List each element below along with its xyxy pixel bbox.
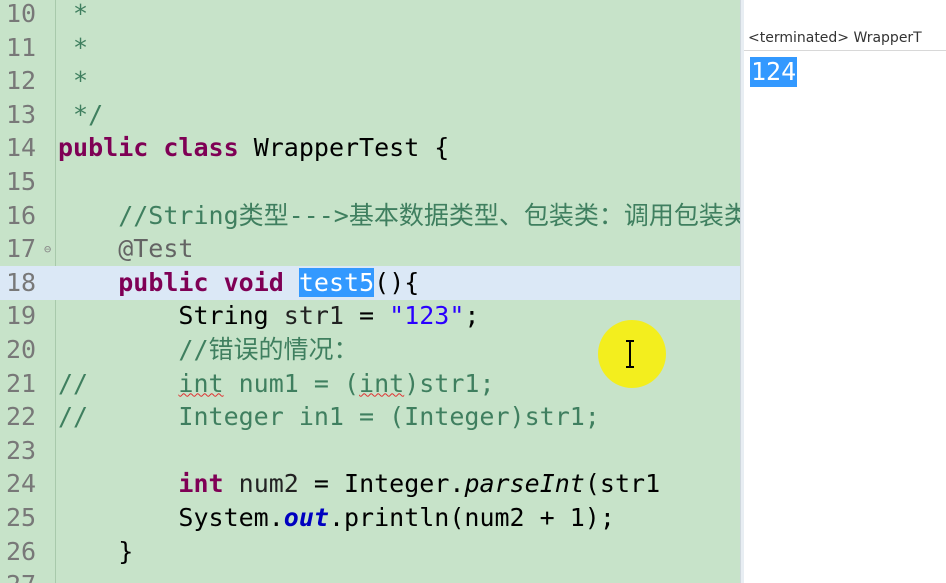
code-line[interactable]: 16 //String类型--->基本数据类型、包装类：调用包装类	[0, 199, 740, 233]
code-text: }	[58, 535, 133, 569]
code-text: //错误的情况：	[58, 333, 359, 367]
code-token: )str1;	[404, 368, 495, 398]
code-token: public	[118, 267, 209, 297]
line-number: 22	[6, 402, 37, 432]
code-line[interactable]: 11 *	[0, 31, 740, 65]
console-separator	[744, 50, 946, 51]
code-token: int	[359, 368, 405, 398]
code-text: *	[58, 31, 88, 65]
code-token: num1 = (	[223, 368, 360, 398]
code-token: str1	[283, 301, 344, 331]
line-number: 27	[6, 568, 46, 583]
code-text: public void test5(){	[58, 266, 419, 300]
line-number: 24	[6, 469, 37, 499]
code-token: System.	[58, 503, 284, 532]
code-text: */	[58, 98, 103, 132]
code-token: class	[163, 133, 239, 163]
line-number: 19	[6, 301, 37, 331]
code-token: // Integer in1 = (Integer)str1;	[58, 402, 600, 432]
code-text: int num2 = Integer.parseInt(str1	[58, 467, 660, 501]
code-token: num2	[238, 469, 299, 499]
code-text: @Test	[58, 232, 193, 266]
line-number: 23	[6, 435, 37, 465]
line-number: 12	[6, 66, 37, 96]
code-line[interactable]: 24 int num2 = Integer.parseInt(str1	[0, 467, 740, 501]
line-number: 11	[6, 32, 37, 62]
code-text: // int num1 = (int)str1;	[58, 367, 495, 401]
code-token: parseInt	[464, 469, 585, 499]
code-text: // Integer in1 = (Integer)str1;	[58, 400, 600, 434]
line-number: 14	[6, 133, 37, 163]
code-text: String str1 = "123";	[58, 299, 479, 333]
code-token: (){	[374, 267, 420, 297]
line-number: 13	[6, 99, 37, 129]
code-token: int	[178, 368, 224, 398]
code-token: */	[58, 99, 104, 129]
code-line[interactable]: 13 */	[0, 98, 740, 132]
code-text: public class WrapperTest {	[58, 131, 449, 165]
code-token: out	[283, 503, 329, 532]
code-line[interactable]: 10 *	[0, 0, 740, 31]
line-number: 15	[6, 167, 37, 196]
code-token: String	[58, 301, 284, 331]
code-token: //错误的情况：	[58, 335, 359, 364]
code-token: //	[58, 368, 179, 398]
code-token: =	[344, 301, 390, 331]
code-token: .println(num2 + 1);	[328, 503, 615, 532]
code-line[interactable]: 17 ⊖ @Test	[0, 232, 740, 266]
code-token: *	[58, 0, 89, 28]
console-view[interactable]: <terminated> WrapperT 124	[744, 0, 946, 583]
code-token: @Test	[58, 234, 194, 264]
line-number: 17	[6, 234, 37, 264]
code-line[interactable]: 23	[0, 434, 740, 468]
code-line[interactable]: 15	[0, 165, 740, 199]
line-number: 20	[6, 335, 37, 364]
code-line[interactable]: 22 // Integer in1 = (Integer)str1;	[0, 400, 740, 434]
code-token: WrapperTest {	[238, 133, 450, 163]
line-number: 18	[6, 267, 37, 297]
code-text: System.out.println(num2 + 1);	[58, 501, 615, 535]
code-line[interactable]: 26 }	[0, 535, 740, 569]
code-token: "123"	[389, 301, 465, 331]
line-number: 21	[6, 368, 37, 398]
code-token: }	[58, 536, 134, 566]
code-text: *	[58, 64, 88, 98]
code-editor[interactable]: 10 * 11 * 12 * 13 */14 public class WrapperT…	[0, 0, 740, 583]
code-token: *	[58, 32, 89, 62]
code-token: public	[58, 133, 149, 163]
code-line[interactable]: 25 System.out.println(num2 + 1);	[0, 501, 740, 535]
text-cursor-icon	[626, 340, 634, 368]
fold-toggle-icon[interactable]: ⊖	[44, 232, 51, 266]
code-text: //String类型--->基本数据类型、包装类：调用包装类	[58, 199, 740, 233]
code-line[interactable]: 27	[0, 568, 740, 583]
code-token: = Integer.	[298, 469, 465, 499]
code-token: *	[58, 66, 89, 96]
code-text: *	[58, 0, 88, 31]
line-number: 16	[6, 200, 37, 230]
code-line[interactable]: 14 public class WrapperTest {	[0, 131, 740, 165]
code-token: //String类型--->基本数据类型、包装类：调用包装类	[58, 200, 740, 230]
code-line[interactable]: 12 *	[0, 64, 740, 98]
line-number: 25	[6, 503, 37, 532]
code-token: (str1	[584, 469, 661, 499]
code-token: ;	[464, 301, 480, 331]
console-output[interactable]: 124	[750, 57, 798, 87]
code-token: int	[178, 469, 224, 499]
line-number: 10	[6, 0, 37, 28]
code-token: void	[223, 267, 284, 297]
selected-text: test5	[298, 267, 375, 297]
console-title: <terminated> WrapperT	[748, 30, 922, 46]
code-line[interactable]: 18 public void test5(){	[0, 265, 740, 300]
line-number: 26	[6, 536, 37, 566]
